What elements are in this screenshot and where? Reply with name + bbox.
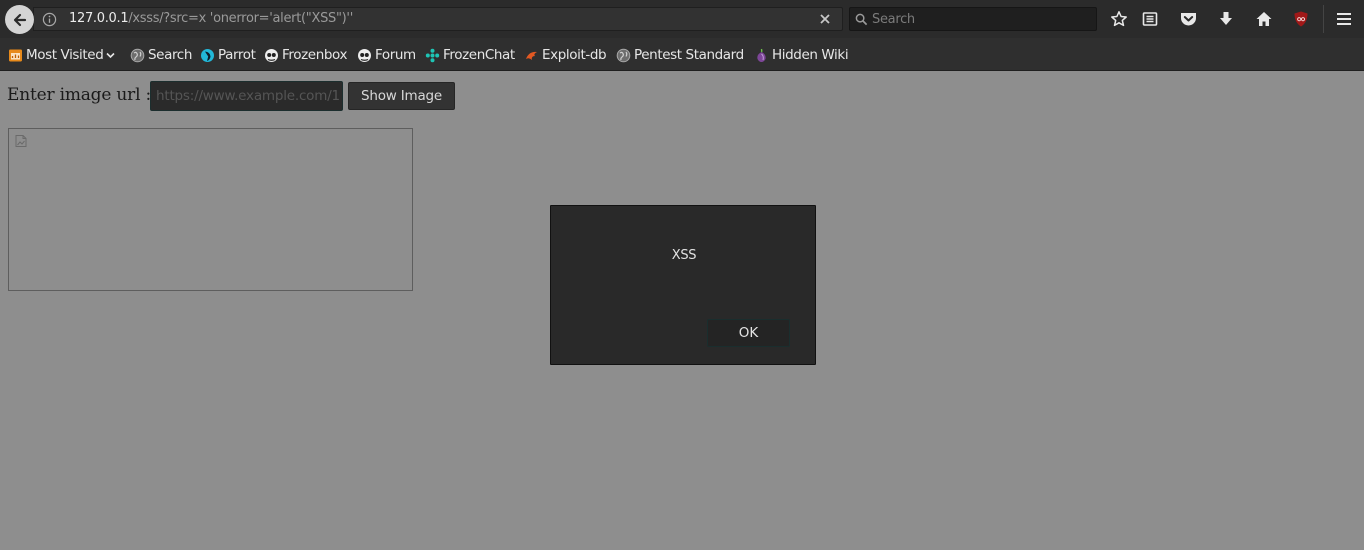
bookmark-label: Pentest Standard [634,47,744,63]
broken-image-icon [15,135,27,147]
bookmark-most-visited[interactable]: Most Visited [8,46,116,64]
alert-message: XSS [671,248,697,263]
bookmark-label: Forum [375,47,416,63]
bookmark-exploit-db[interactable]: Exploit-db [524,46,607,64]
bookmark-label: FrozenChat [443,47,515,63]
reader-list-icon [1142,12,1158,26]
download-arrow-icon [1220,12,1232,25]
ublock-button[interactable] [1291,9,1311,29]
bookmark-label: Parrot [218,47,256,63]
pocket-icon [1180,13,1196,26]
bookmark-label: Hidden Wiki [772,47,849,63]
url-bar[interactable]: 127.0.0.1/xsss/?src=x 'onerror='alert("X… [33,7,843,31]
home-icon [1256,12,1272,26]
exploit-db-icon [526,51,537,60]
downloads-button[interactable] [1216,9,1236,29]
star-icon [1111,11,1127,27]
menu-button[interactable] [1334,9,1354,29]
bookmark-frozenbox[interactable]: Frozenbox [264,46,347,64]
browser-toolbar: 127.0.0.1/xsss/?src=x 'onerror='alert("X… [0,0,1364,38]
url-host: 127.0.0.1 [69,11,129,26]
search-input[interactable] [872,10,1092,28]
most-visited-icon [9,49,22,61]
bookmark-hidden-wiki[interactable]: Hidden Wiki [754,46,849,64]
home-button[interactable] [1254,9,1274,29]
parrot-icon [201,48,214,62]
globe-icon [130,48,145,62]
ublock-shield-icon [1294,11,1308,27]
ok-button[interactable]: OK [707,319,790,347]
onion-icon [757,48,766,62]
frozenbox-icon [265,48,278,62]
close-icon[interactable] [818,12,832,26]
library-button[interactable] [1140,9,1160,29]
bookmark-label: Search [148,47,192,63]
bookmark-parrot[interactable]: Parrot [200,46,256,64]
bookmark-star-button[interactable] [1109,9,1129,29]
toolbar-separator [1323,5,1324,33]
url-text[interactable]: 127.0.0.1/xsss/?src=x 'onerror='alert("X… [69,11,353,26]
search-icon [855,13,868,26]
chevron-down-icon [106,52,115,58]
image-url-label: Enter image url : [7,85,152,105]
show-image-button[interactable]: Show Image [348,82,455,110]
image-container [8,128,413,291]
bookmark-search[interactable]: Search [130,46,192,64]
bookmarks-bar: Most Visited Search Parrot Frozenbox For… [0,38,1364,71]
arrow-left-icon [13,13,26,26]
globe-icon [616,48,631,62]
info-icon[interactable] [42,12,57,27]
bookmark-forum[interactable]: Forum [357,46,416,64]
hamburger-icon [1337,13,1351,25]
bookmark-pentest-standard[interactable]: Pentest Standard [616,46,744,64]
bookmark-label: Exploit-db [542,47,607,63]
search-bar[interactable] [849,7,1097,31]
bookmark-label: Most Visited [26,47,104,63]
image-url-input[interactable] [150,81,343,111]
pocket-button[interactable] [1178,9,1198,29]
frozenchat-icon [425,48,440,62]
back-button[interactable] [5,5,34,34]
alert-dialog: XSS OK [550,205,816,365]
forum-icon [358,48,371,62]
bookmark-label: Frozenbox [282,47,348,63]
bookmark-frozenchat[interactable]: FrozenChat [425,46,515,64]
url-path: /xsss/?src=x 'onerror='alert("XSS")'' [128,11,353,26]
